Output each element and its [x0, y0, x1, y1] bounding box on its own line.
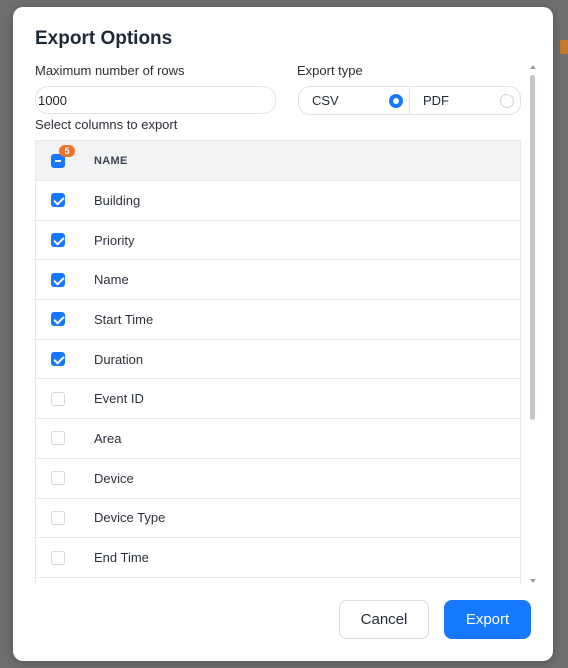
- table-row[interactable]: End Time: [36, 538, 520, 578]
- table-row[interactable]: Event ID: [36, 379, 520, 420]
- cancel-button[interactable]: Cancel: [339, 600, 429, 639]
- column-checkbox[interactable]: [51, 193, 65, 208]
- column-checkbox[interactable]: [51, 391, 65, 406]
- table-header: 5 NAME: [36, 141, 520, 181]
- export-button[interactable]: Export: [444, 600, 531, 639]
- table-row[interactable]: Area: [36, 419, 520, 459]
- select-columns-label: Select columns to export: [35, 117, 178, 132]
- column-header-name: NAME: [94, 154, 128, 167]
- scrollbar-thumb[interactable]: [530, 75, 535, 420]
- export-type-label: Export type: [297, 63, 363, 78]
- selected-count-badge: 5: [59, 145, 75, 157]
- column-checkbox[interactable]: [51, 510, 65, 525]
- dialog-title: Export Options: [35, 28, 173, 49]
- column-label: Device Type: [94, 510, 166, 526]
- max-rows-label: Maximum number of rows: [35, 63, 185, 78]
- column-label: Building: [94, 192, 141, 208]
- column-label: Name: [94, 272, 129, 288]
- scroll-down-arrow-icon[interactable]: [530, 579, 536, 583]
- max-rows-input[interactable]: [35, 86, 276, 114]
- column-label: Priority: [94, 232, 135, 248]
- column-checkbox[interactable]: [51, 431, 65, 446]
- export-options-dialog: Export Options Maximum number of rows Ex…: [13, 7, 553, 661]
- scroll-up-arrow-icon[interactable]: [530, 65, 536, 69]
- column-checkbox[interactable]: [51, 352, 65, 367]
- csv-radio[interactable]: [389, 93, 403, 108]
- table-row[interactable]: Device: [36, 458, 520, 499]
- table-row[interactable]: Device Type: [36, 498, 520, 539]
- table-row[interactable]: Priority: [36, 220, 520, 261]
- background-highlight: [560, 40, 568, 54]
- column-checkbox[interactable]: [51, 233, 65, 248]
- table-row[interactable]: Name: [36, 260, 520, 301]
- export-type-csv[interactable]: CSV: [299, 87, 409, 114]
- column-label: Duration: [94, 351, 144, 367]
- table-row[interactable]: [36, 577, 520, 584]
- columns-table: 5 NAME Building Priority Name Start Time Dur…: [35, 140, 521, 584]
- column-checkbox[interactable]: [51, 272, 65, 287]
- column-label: End Time: [94, 550, 149, 566]
- column-checkbox[interactable]: [51, 471, 65, 486]
- table-row[interactable]: Start Time: [36, 300, 520, 340]
- export-type-pdf-label: PDF: [423, 93, 449, 108]
- column-label: Area: [94, 430, 122, 446]
- column-checkbox[interactable]: [51, 312, 65, 327]
- export-type-pdf[interactable]: PDF: [409, 87, 520, 114]
- table-row[interactable]: Duration: [36, 339, 520, 380]
- column-label: Start Time: [94, 311, 154, 327]
- table-row[interactable]: Building: [36, 181, 520, 221]
- column-checkbox[interactable]: [51, 550, 65, 565]
- dialog-scrollbar[interactable]: [529, 63, 537, 583]
- column-label: Device: [94, 470, 134, 486]
- export-type-csv-label: CSV: [312, 93, 339, 108]
- pdf-radio[interactable]: [500, 93, 514, 108]
- export-type-toggle: CSV PDF: [298, 86, 521, 115]
- column-label: Event ID: [94, 391, 144, 407]
